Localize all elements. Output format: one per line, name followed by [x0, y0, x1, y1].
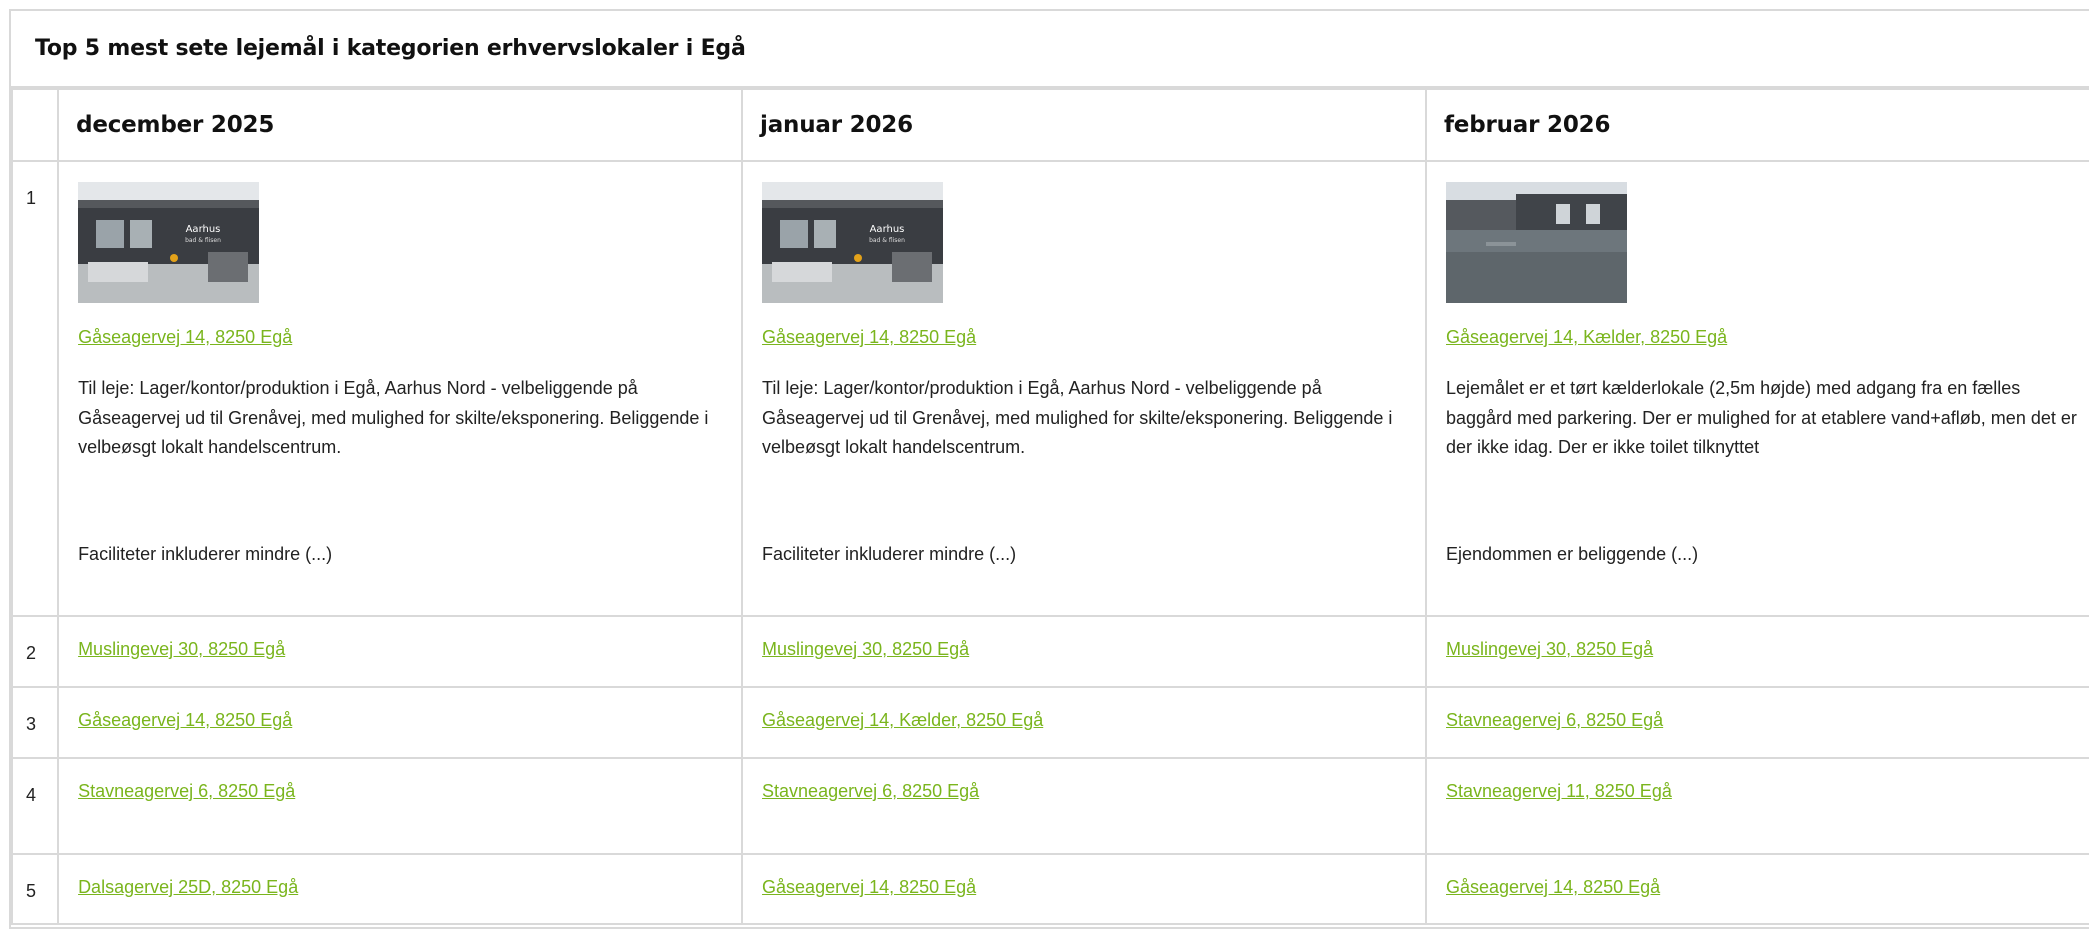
- svg-text:bad & flisen: bad & flisen: [869, 237, 905, 244]
- widget-header: Top 5 mest sete lejemål i kategorien erh…: [11, 11, 2089, 88]
- rank-cell: 4: [10, 757, 60, 855]
- listing-link[interactable]: Gåseagervej 14, 8250 Egå: [762, 327, 976, 348]
- month-header-cell: januar 2026: [741, 88, 1427, 162]
- listing-link[interactable]: Gåseagervej 14, 8250 Egå: [78, 327, 292, 348]
- listing-link[interactable]: Muslingevej 30, 8250 Egå: [78, 639, 285, 660]
- listing-link[interactable]: Stavneagervej 6, 8250 Egå: [78, 781, 295, 802]
- listing-link[interactable]: Gåseagervej 14, 8250 Egå: [78, 710, 292, 731]
- rank-number: 2: [26, 643, 37, 663]
- listing-cell: Muslingevej 30, 8250 Egå: [57, 615, 744, 688]
- header-row: december 2025 januar 2026 februar 2026: [10, 88, 2089, 162]
- listing-link[interactable]: Muslingevej 30, 8250 Egå: [1446, 639, 1653, 660]
- listing-link[interactable]: Stavneagervej 6, 8250 Egå: [1446, 710, 1663, 731]
- listing-photo[interactable]: [1446, 182, 1627, 303]
- ranking-table: december 2025 januar 2026 februar 2026 1: [10, 88, 2089, 925]
- rank-number: 4: [26, 785, 37, 805]
- rank-cell: 3: [10, 686, 60, 759]
- listing-cell: Gåseagervej 14, 8250 Egå: [57, 686, 744, 759]
- listing-description: Til leje: Lager/kontor/produktion i Egå,…: [762, 378, 1393, 457]
- listing-link[interactable]: Gåseagervej 14, Kælder, 8250 Egå: [1446, 327, 1727, 348]
- listing-cell: Stavneagervej 6, 8250 Egå: [1425, 686, 2089, 759]
- rank-number: 1: [26, 188, 37, 208]
- listing-more-text: Ejendommen er beliggende (...): [1446, 544, 1699, 564]
- listing-link[interactable]: Gåseagervej 14, 8250 Egå: [1446, 877, 1660, 898]
- listing-link[interactable]: Stavneagervej 6, 8250 Egå: [762, 781, 979, 802]
- top5-widget: Top 5 mest sete lejemål i kategorien erh…: [9, 9, 2089, 929]
- svg-text:Aarhus: Aarhus: [870, 224, 905, 235]
- listing-photo[interactable]: Aarhus bad & flisen: [762, 182, 944, 303]
- table-row: 3 Gåseagervej 14, 8250 Egå Gåseagervej 1…: [10, 686, 2089, 759]
- month-header-cell: februar 2026: [1425, 88, 2089, 162]
- widget-title: Top 5 mest sete lejemål i kategorien erh…: [35, 36, 746, 61]
- featured-cell: Gåseagervej 14, Kælder, 8250 Egå Lejemål…: [1425, 160, 2089, 617]
- listing-cell: Muslingevej 30, 8250 Egå: [741, 615, 1427, 688]
- rank-cell: 1: [10, 160, 60, 617]
- rank-cell: 2: [10, 615, 60, 688]
- month-header-cell: december 2025: [57, 88, 744, 162]
- listing-more-text: Faciliteter inkluderer mindre (...): [762, 544, 1017, 564]
- table-row: 4 Stavneagervej 6, 8250 Egå Stavneagerve…: [10, 757, 2089, 855]
- listing-cell: Stavneagervej 6, 8250 Egå: [57, 757, 744, 855]
- listing-cell: Muslingevej 30, 8250 Egå: [1425, 615, 2089, 688]
- listing-cell: Gåseagervej 14, Kælder, 8250 Egå: [741, 686, 1427, 759]
- listing-cell: Stavneagervej 11, 8250 Egå: [1425, 757, 2089, 855]
- svg-text:Aarhus: Aarhus: [186, 224, 221, 235]
- listing-link[interactable]: Gåseagervej 14, Kælder, 8250 Egå: [762, 710, 1043, 731]
- table-row: 1 Aarhus bad & flisen Gåseagervej 14, 82…: [10, 160, 2089, 617]
- month-label: december 2025: [76, 112, 275, 138]
- listing-description: Lejemålet er et tørt kælderlokale (2,5m …: [1446, 378, 2077, 457]
- rank-number: 5: [26, 881, 37, 901]
- listing-link[interactable]: Gåseagervej 14, 8250 Egå: [762, 877, 976, 898]
- featured-cell: Aarhus bad & flisen Gåseagervej 14, 8250…: [57, 160, 744, 617]
- month-label: januar 2026: [760, 112, 913, 138]
- listing-link[interactable]: Dalsagervej 25D, 8250 Egå: [78, 877, 298, 898]
- listing-photo[interactable]: Aarhus bad & flisen: [78, 182, 260, 303]
- listing-link[interactable]: Muslingevej 30, 8250 Egå: [762, 639, 969, 660]
- listing-cell: Stavneagervej 6, 8250 Egå: [741, 757, 1427, 855]
- rank-header-cell: [10, 88, 60, 162]
- svg-text:bad & flisen: bad & flisen: [185, 237, 221, 244]
- listing-link[interactable]: Stavneagervej 11, 8250 Egå: [1446, 781, 1672, 802]
- featured-cell: Aarhus bad & flisen Gåseagervej 14, 8250…: [741, 160, 1427, 617]
- listing-more-text: Faciliteter inkluderer mindre (...): [78, 544, 333, 564]
- table-row: 2 Muslingevej 30, 8250 Egå Muslingevej 3…: [10, 615, 2089, 688]
- listing-description: Til leje: Lager/kontor/produktion i Egå,…: [78, 378, 709, 457]
- month-label: februar 2026: [1444, 112, 1611, 138]
- rank-number: 3: [26, 714, 37, 734]
